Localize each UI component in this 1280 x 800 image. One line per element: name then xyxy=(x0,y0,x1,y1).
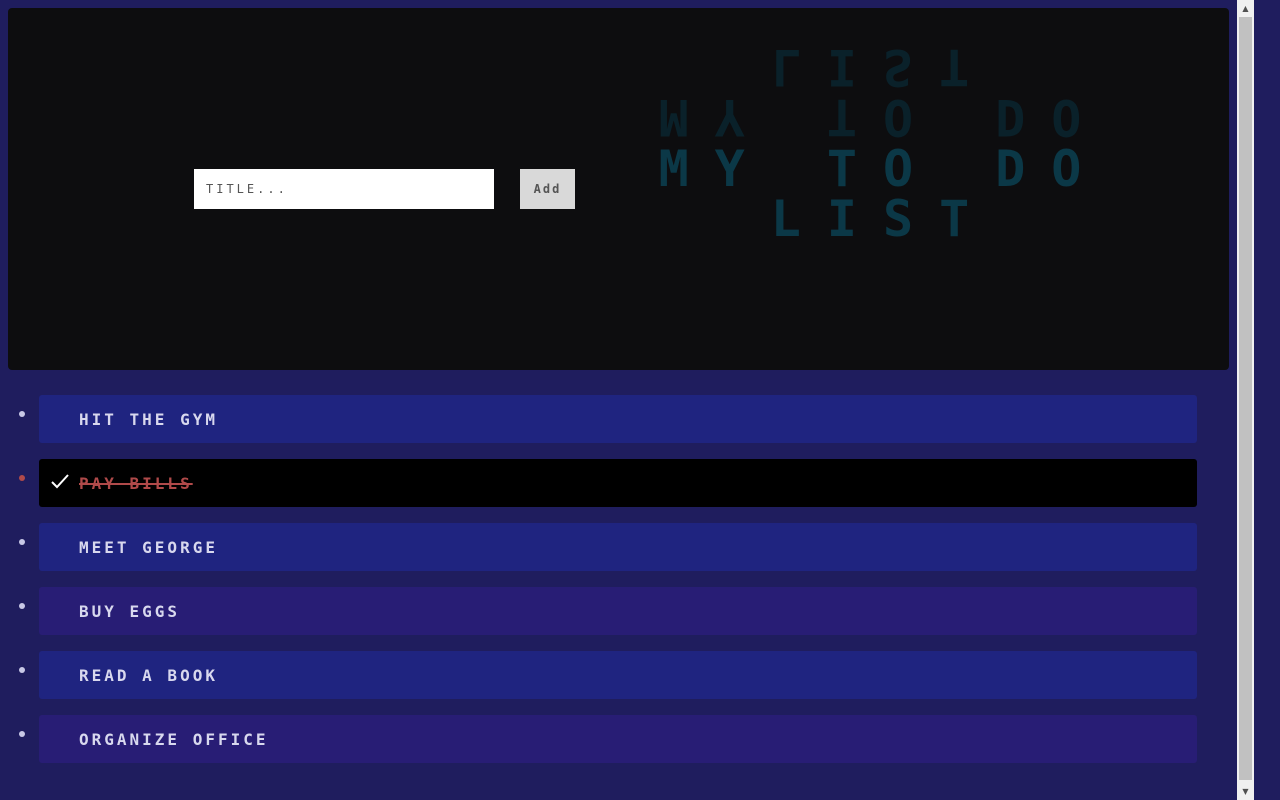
title-input[interactable] xyxy=(194,169,494,209)
bullet-icon xyxy=(19,731,25,737)
todo-item: Organize office xyxy=(0,715,1237,763)
scrollbar-thumb[interactable] xyxy=(1239,17,1252,780)
bullet-icon xyxy=(19,411,25,417)
page-title: My To Do List xyxy=(658,140,1108,248)
todo-item-label: Read a book xyxy=(79,665,218,685)
todo-item-bar[interactable]: Meet George xyxy=(39,523,1197,571)
todo-item-bar[interactable]: Organize office xyxy=(39,715,1197,763)
heading-reflection: My To Do List xyxy=(658,38,1108,146)
todo-item-bar[interactable]: Hit the gym xyxy=(39,395,1197,443)
todo-item-label: Organize office xyxy=(79,729,269,749)
todo-item-bar[interactable]: Read a book xyxy=(39,651,1197,699)
todo-item: Pay bills xyxy=(0,459,1237,507)
todo-item-label: Buy eggs xyxy=(79,601,181,621)
scroll-down-arrow-icon[interactable]: ▼ xyxy=(1237,783,1254,800)
page: Add My To Do List My To Do List Hit the … xyxy=(0,0,1237,800)
todo-item-bar[interactable]: Pay bills xyxy=(39,459,1197,507)
todo-item: Meet George xyxy=(0,523,1237,571)
todo-item-label: Hit the gym xyxy=(79,409,218,429)
scroll-up-arrow-icon[interactable]: ▲ xyxy=(1237,0,1254,17)
todo-item: Buy eggs xyxy=(0,587,1237,635)
vertical-scrollbar[interactable]: ▲ ▼ xyxy=(1237,0,1254,800)
todo-list: Hit the gym Pay bills Meet George Buy eg… xyxy=(0,395,1237,779)
todo-item-label: Pay bills xyxy=(79,473,193,493)
bullet-icon xyxy=(19,667,25,673)
todo-item: Hit the gym xyxy=(0,395,1237,443)
bullet-icon xyxy=(19,539,25,545)
checkmark-icon xyxy=(51,474,69,489)
bullet-icon xyxy=(19,475,25,481)
todo-item-label: Meet George xyxy=(79,537,218,557)
add-button[interactable]: Add xyxy=(520,169,575,209)
todo-item: Read a book xyxy=(0,651,1237,699)
bullet-icon xyxy=(19,603,25,609)
todo-item-bar[interactable]: Buy eggs xyxy=(39,587,1197,635)
header-panel: Add My To Do List My To Do List xyxy=(8,8,1229,370)
